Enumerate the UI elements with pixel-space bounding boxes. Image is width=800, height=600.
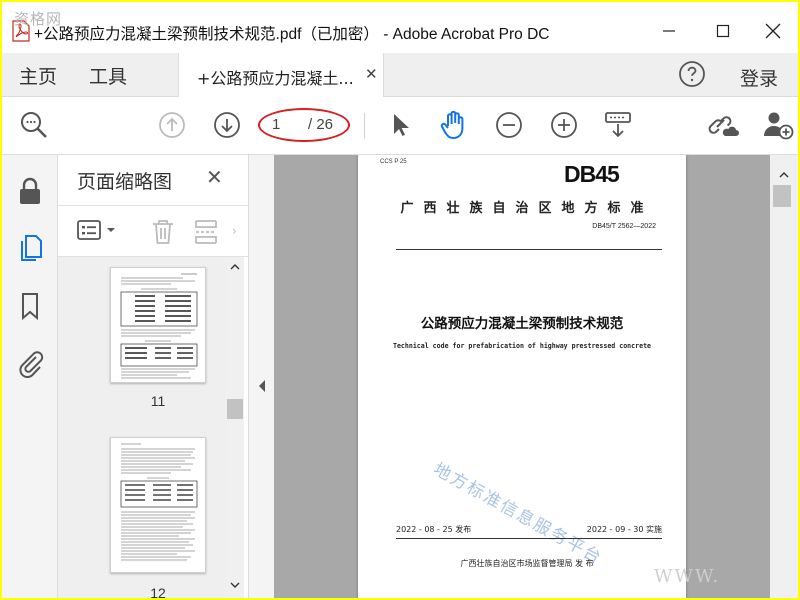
issue-date: 2022 - 08 - 25 发布: [396, 525, 472, 534]
panel-title: 页面缩略图: [77, 171, 173, 193]
scroll-up-icon: [779, 172, 789, 178]
plus-circle-icon: [551, 112, 577, 138]
share-link-button[interactable]: [708, 109, 740, 141]
implementation-date: 2022 - 09 - 30 实施: [586, 525, 662, 534]
delete-page-button[interactable]: [150, 218, 176, 250]
security-button[interactable]: [14, 175, 46, 207]
main-toolbar: 1 / 26: [2, 97, 798, 155]
previous-page-button[interactable]: [156, 109, 188, 141]
zoom-out-button[interactable]: [493, 109, 525, 141]
attachments-button[interactable]: [14, 347, 46, 379]
hand-tool-button[interactable]: [438, 109, 470, 141]
thumbnail-preview: [120, 273, 198, 379]
left-navigation-rail: [2, 155, 58, 598]
collapse-panel-handle[interactable]: [248, 155, 274, 598]
document-tab-label: +公路预应力混凝土...: [197, 69, 354, 88]
acrobat-window: 资格网 +公路预应力混凝土梁预制技术规范.pdf（已加密） - Adobe Ac…: [2, 2, 798, 598]
corner-watermark: WWW.: [654, 566, 721, 587]
footer-rule: [396, 538, 662, 539]
thumbnail-label: 11: [150, 393, 166, 409]
document-scroll-thumb[interactable]: [773, 185, 791, 207]
pointer-icon: [394, 114, 409, 136]
next-page-button[interactable]: [211, 109, 243, 141]
insert-page-button[interactable]: [192, 218, 220, 250]
help-icon[interactable]: [678, 60, 706, 88]
trash-icon: [153, 220, 173, 244]
login-button[interactable]: 登录: [740, 64, 778, 91]
close-icon: [765, 23, 781, 39]
document-title-english: Technical code for prefabrication of hig…: [392, 342, 652, 350]
bookmark-icon: [22, 293, 38, 321]
thumbnail-scrollbar[interactable]: [226, 257, 244, 598]
scroll-up-icon: [230, 264, 240, 270]
maximize-button[interactable]: [700, 12, 746, 50]
db-code: DB45: [564, 161, 620, 187]
thumbnail-page[interactable]: [110, 267, 206, 383]
document-scrollbar[interactable]: [770, 155, 798, 598]
minimize-button[interactable]: [646, 12, 692, 50]
thumbnails-panel: 页面缩略图 ✕ › 11 12: [58, 155, 248, 598]
scroll-mode-button[interactable]: [602, 109, 634, 141]
select-tool-button[interactable]: [384, 109, 416, 141]
pdf-page: CCS P 25 DB45 广西壮族自治区地方标准 DB45/T 2562—20…: [358, 155, 686, 598]
ccs-code: CCS P 25: [380, 159, 407, 165]
issuer: 广西壮族自治区市场监督管理局 发 布: [460, 559, 594, 568]
current-page-input[interactable]: 1: [272, 116, 280, 133]
more-tools-icon[interactable]: ›: [232, 224, 237, 238]
paperclip-icon: [19, 351, 44, 378]
standard-type: 广西壮族自治区地方标准: [400, 201, 654, 216]
thumbnail-page[interactable]: [110, 437, 206, 573]
window-title: +公路预应力混凝土梁预制技术规范.pdf（已加密） - Adobe Acroba…: [34, 26, 550, 43]
total-pages: / 26: [308, 116, 334, 133]
close-window-button[interactable]: [750, 12, 796, 50]
add-user-icon: [764, 112, 794, 140]
thumbnail-options-button[interactable]: [76, 218, 116, 242]
thumbnail-preview: [120, 443, 198, 561]
search-button[interactable]: [18, 109, 50, 141]
link-cloud-icon: [708, 116, 739, 136]
document-tab[interactable]: +公路预应力混凝土... ✕: [178, 53, 384, 97]
close-panel-icon[interactable]: ✕: [206, 165, 223, 189]
lock-icon: [20, 177, 40, 204]
arrow-down-circle-icon: [214, 112, 240, 138]
document-title: 公路预应力混凝土梁预制技术规范: [420, 316, 624, 332]
scroll-down-icon: [230, 582, 240, 588]
insert-page-icon: [195, 220, 217, 244]
title-bar: 资格网 +公路预应力混凝土梁预制技术规范.pdf（已加密） - Adobe Ac…: [2, 2, 798, 53]
menu-tab-bar: 主页 工具 +公路预应力混凝土... ✕ 登录: [2, 53, 798, 97]
standard-number: DB45/T 2562—2022: [592, 223, 656, 230]
arrow-up-circle-icon: [159, 112, 185, 138]
thumbnail-label: 12: [150, 585, 166, 598]
zoom-in-button[interactable]: [548, 109, 580, 141]
document-viewport[interactable]: CCS P 25 DB45 广西壮族自治区地方标准 DB45/T 2562—20…: [274, 155, 770, 598]
thumbnail-list: 11 12: [58, 257, 226, 598]
maximize-icon: [716, 24, 730, 38]
search-zoom-icon: [21, 112, 47, 138]
thumbnails-toolbar: ›: [58, 205, 248, 257]
options-list-icon: [77, 220, 101, 240]
pages-icon: [21, 235, 42, 261]
close-tab-icon[interactable]: ✕: [365, 65, 378, 83]
tools-tab[interactable]: 工具: [89, 62, 127, 89]
page-watermark: 地方标准信息服务平台: [429, 459, 606, 569]
bookmarks-button[interactable]: [14, 290, 46, 322]
keyboard-scroll-icon: [605, 112, 631, 138]
thumbnail-scroll-thumb[interactable]: [227, 399, 243, 419]
page-thumbnails-button[interactable]: [14, 232, 46, 264]
home-tab[interactable]: 主页: [19, 62, 57, 89]
hand-icon: [440, 110, 464, 139]
chevron-left-icon: [259, 380, 265, 392]
chevron-down-icon: [107, 228, 115, 232]
toolbar-separator: [364, 113, 365, 139]
minus-circle-icon: [496, 112, 522, 138]
add-user-button[interactable]: [762, 109, 794, 141]
minimize-icon: [663, 30, 675, 32]
header-rule: [396, 249, 662, 250]
